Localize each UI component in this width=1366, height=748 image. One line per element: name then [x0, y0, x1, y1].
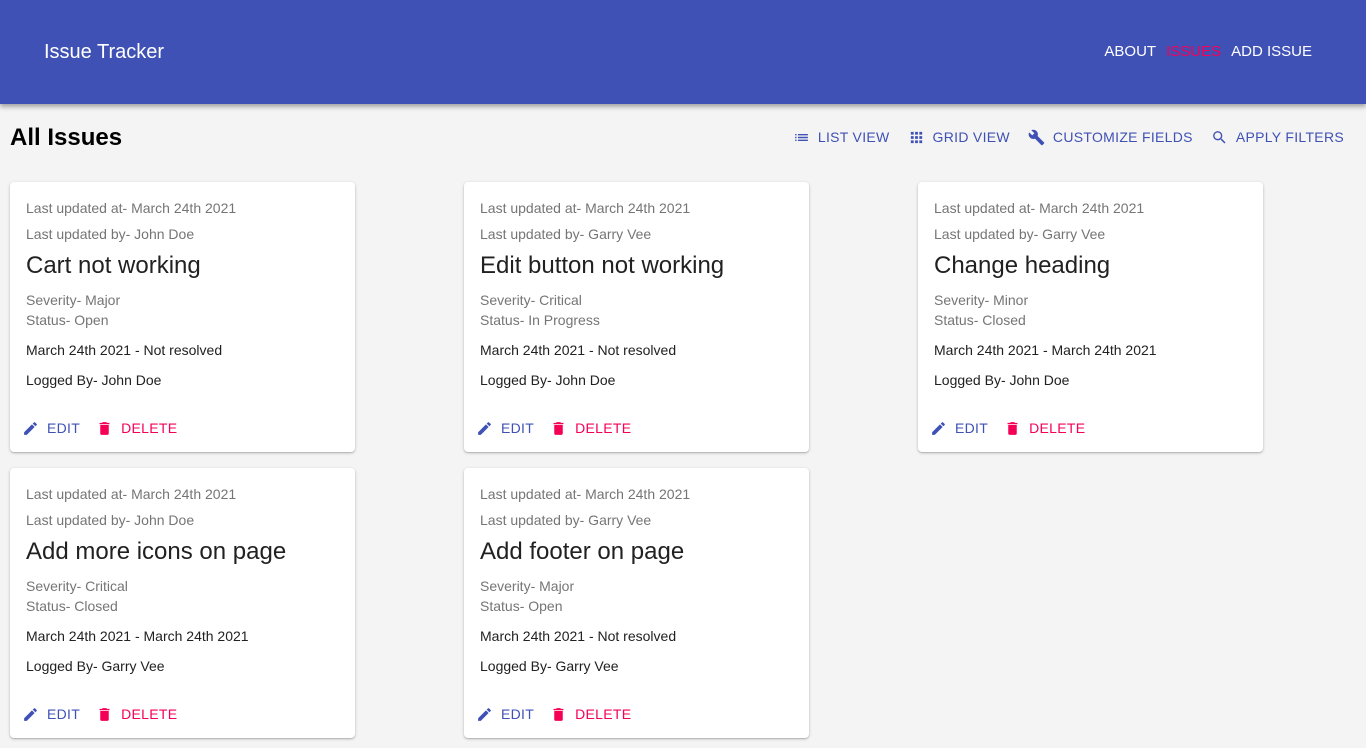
- card-actions: EDIT DELETE: [22, 705, 177, 723]
- card-actions: EDIT DELETE: [22, 419, 177, 437]
- edit-button[interactable]: EDIT: [476, 705, 534, 723]
- edit-button[interactable]: EDIT: [22, 419, 80, 437]
- issue-title: Edit button not working: [480, 252, 725, 279]
- search-icon: [1212, 130, 1226, 144]
- issue-status: Status- Open: [26, 312, 109, 328]
- card-actions: EDIT DELETE: [476, 705, 631, 723]
- last-updated-at: Last updated at- March 24th 2021: [934, 200, 1145, 216]
- issue-severity: Severity- Major: [26, 292, 121, 308]
- issue-title: Add more icons on page: [26, 538, 287, 565]
- issue-severity: Severity- Major: [480, 578, 575, 594]
- issue-status: Status- Open: [480, 598, 563, 614]
- delete-button[interactable]: DELETE: [550, 419, 631, 437]
- issue-logged-by: Logged By- John Doe: [934, 372, 1070, 388]
- edit-button[interactable]: EDIT: [930, 419, 988, 437]
- list-view-label: LIST VIEW: [817, 129, 890, 145]
- list-view-button[interactable]: LIST VIEW: [793, 128, 890, 146]
- pencil-icon: [478, 707, 491, 721]
- wrench-icon: [1028, 129, 1045, 145]
- apply-filters-button[interactable]: APPLY FILTERS: [1211, 128, 1344, 146]
- issue-dates: March 24th 2021 - March 24th 2021: [26, 628, 249, 644]
- issue-logged-by: Logged By- John Doe: [480, 372, 616, 388]
- page-title: All Issues: [10, 124, 123, 151]
- edit-label: EDIT: [501, 706, 535, 722]
- edit-label: EDIT: [955, 420, 989, 436]
- edit-button[interactable]: EDIT: [22, 705, 80, 723]
- last-updated-at: Last updated at- March 24th 2021: [480, 486, 691, 502]
- last-updated-at: Last updated at- March 24th 2021: [26, 200, 237, 216]
- issue-status: Status- Closed: [26, 598, 118, 614]
- pencil-icon: [478, 421, 491, 435]
- edit-button[interactable]: EDIT: [476, 419, 534, 437]
- apply-filters-label: APPLY FILTERS: [1235, 129, 1344, 145]
- delete-button[interactable]: DELETE: [96, 419, 177, 437]
- issue-status: Status- In Progress: [480, 312, 600, 328]
- app-bar: Issue Tracker ABOUT ISSUES ADD ISSUE: [0, 0, 1366, 104]
- view-toolbar: LIST VIEW GRID VIEW CUSTOMIZE FIELDS APP…: [793, 128, 1344, 146]
- issue-card: Last updated at- March 24th 2021 Last up…: [464, 182, 809, 452]
- issue-severity: Severity- Critical: [480, 292, 582, 308]
- delete-button[interactable]: DELETE: [1004, 419, 1085, 437]
- issue-card: Last updated at- March 24th 2021 Last up…: [918, 182, 1263, 452]
- issue-severity: Severity- Minor: [934, 292, 1029, 308]
- last-updated-at: Last updated at- March 24th 2021: [480, 200, 691, 216]
- delete-label: DELETE: [575, 706, 632, 722]
- pencil-icon: [24, 421, 37, 435]
- grid-icon: [910, 131, 922, 143]
- last-updated-by: Last updated by- John Doe: [26, 226, 195, 242]
- last-updated-at: Last updated at- March 24th 2021: [26, 486, 237, 502]
- trash-icon: [553, 707, 564, 721]
- card-actions: EDIT DELETE: [476, 419, 631, 437]
- card-actions: EDIT DELETE: [930, 419, 1085, 437]
- grid-view-label: GRID VIEW: [932, 129, 1010, 145]
- edit-label: EDIT: [501, 420, 535, 436]
- top-nav: ABOUT ISSUES ADD ISSUE: [1104, 44, 1312, 60]
- pencil-icon: [932, 421, 945, 435]
- issue-title: Add footer on page: [480, 538, 685, 565]
- trash-icon: [553, 421, 564, 435]
- nav-add-issue[interactable]: ADD ISSUE: [1231, 44, 1312, 60]
- delete-button[interactable]: DELETE: [96, 705, 177, 723]
- issue-dates: March 24th 2021 - March 24th 2021: [934, 342, 1157, 358]
- pencil-icon: [24, 707, 37, 721]
- trash-icon: [99, 707, 110, 721]
- issue-severity: Severity- Critical: [26, 578, 128, 594]
- edit-label: EDIT: [47, 706, 81, 722]
- edit-label: EDIT: [47, 420, 81, 436]
- customize-fields-button[interactable]: CUSTOMIZE FIELDS: [1028, 128, 1193, 146]
- issue-title: Cart not working: [26, 252, 201, 279]
- customize-fields-label: CUSTOMIZE FIELDS: [1052, 129, 1193, 145]
- delete-label: DELETE: [1029, 420, 1086, 436]
- issue-card: Last updated at- March 24th 2021 Last up…: [464, 468, 809, 738]
- nav-about[interactable]: ABOUT: [1104, 44, 1156, 60]
- trash-icon: [1007, 421, 1018, 435]
- issue-logged-by: Logged By- Garry Vee: [480, 658, 619, 674]
- delete-label: DELETE: [121, 420, 178, 436]
- delete-label: DELETE: [575, 420, 632, 436]
- last-updated-by: Last updated by- John Doe: [26, 512, 195, 528]
- trash-icon: [99, 421, 110, 435]
- issue-status: Status- Closed: [934, 312, 1026, 328]
- last-updated-by: Last updated by- Garry Vee: [480, 226, 652, 242]
- issue-dates: March 24th 2021 - Not resolved: [480, 342, 677, 358]
- issue-card: Last updated at- March 24th 2021 Last up…: [10, 182, 355, 452]
- delete-label: DELETE: [121, 706, 178, 722]
- list-icon: [794, 133, 808, 141]
- issue-dates: March 24th 2021 - Not resolved: [26, 342, 223, 358]
- nav-issues[interactable]: ISSUES: [1166, 44, 1221, 60]
- issue-title: Change heading: [934, 252, 1111, 279]
- issue-logged-by: Logged By- Garry Vee: [26, 658, 165, 674]
- issue-card: Last updated at- March 24th 2021 Last up…: [10, 468, 355, 738]
- last-updated-by: Last updated by- Garry Vee: [934, 226, 1106, 242]
- issue-dates: March 24th 2021 - Not resolved: [480, 628, 677, 644]
- app-title: Issue Tracker: [44, 41, 165, 63]
- last-updated-by: Last updated by- Garry Vee: [480, 512, 652, 528]
- issue-logged-by: Logged By- John Doe: [26, 372, 162, 388]
- grid-view-button[interactable]: GRID VIEW: [908, 128, 1010, 146]
- delete-button[interactable]: DELETE: [550, 705, 631, 723]
